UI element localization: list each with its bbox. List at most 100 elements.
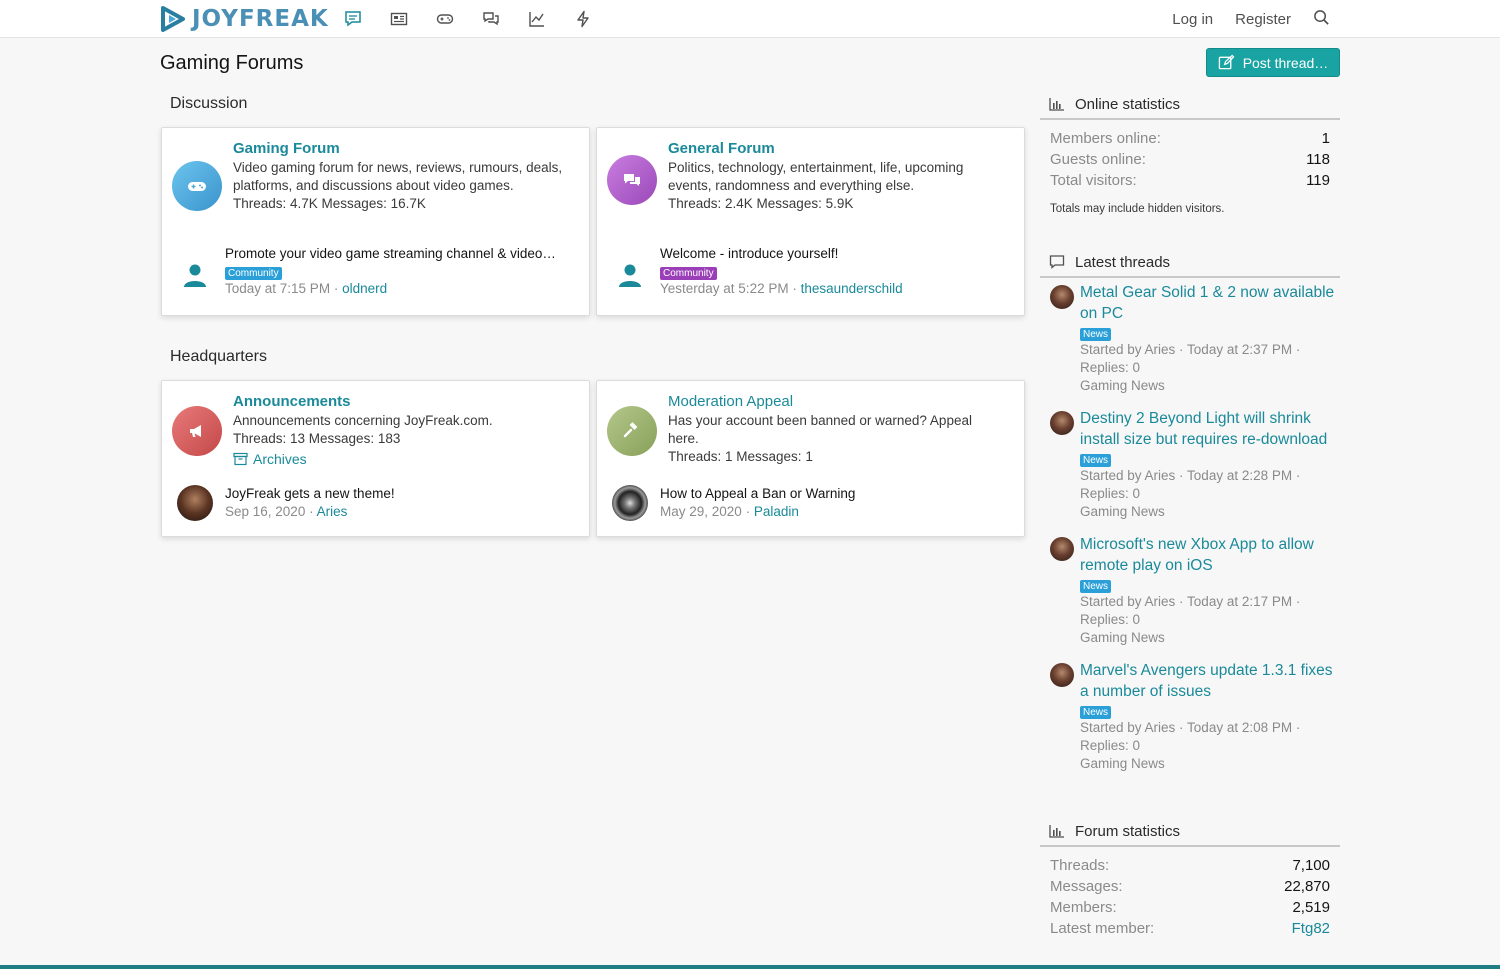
thread-item: Destiny 2 Beyond Light will shrink insta… [1040,408,1340,521]
forum-stats: Threads: 2.4K Messages: 5.9K [668,196,854,211]
thread-started: Started by Aries · Today at 2:28 PM · [1080,468,1301,483]
forum-stats: Threads: 1 Messages: 1 [668,449,813,464]
megaphone-icon [172,406,222,456]
avatar[interactable] [612,485,648,521]
register-link[interactable]: Register [1235,11,1291,28]
thread-forum-link[interactable]: Gaming News [1080,377,1340,395]
bolt-icon[interactable] [560,8,606,30]
forum-statistics-block: Forum statistics Threads: 7,100 Messages:… [1040,817,1340,939]
stat-row: Latest member: Ftg82 [1040,918,1340,939]
stat-value: 119 [1306,172,1330,189]
stat-label: Messages: [1050,878,1123,895]
forum-title-link[interactable]: Gaming Forum [233,140,340,157]
avatar[interactable] [1050,537,1074,561]
forum-title-link[interactable]: Moderation Appeal [668,393,793,410]
forum-description: Has your account been banned or warned? … [668,413,972,446]
search-icon[interactable] [1313,9,1330,30]
bar-chart-icon [1049,98,1064,111]
stat-row: Members online: 1 [1040,128,1340,149]
latest-member-link[interactable]: Ftg82 [1292,918,1330,939]
latest-post: How to Appeal a Ban or Warning May 29, 2… [612,485,1008,525]
stat-row: Guests online: 118 [1040,149,1340,170]
stat-value: 2,519 [1292,899,1330,916]
latest-post: Promote your video game streaming channe… [177,245,573,301]
stat-value: 1 [1321,130,1330,147]
section-title-discussion: Discussion [170,95,248,112]
trending-icon[interactable] [514,8,560,30]
account-nav: Log in Register [1172,0,1330,38]
stat-label: Guests online: [1050,151,1146,168]
avatar[interactable] [177,485,213,521]
thread-replies: Replies: 0 [1080,612,1141,627]
forum-description: Video gaming forum for news, reviews, ru… [233,160,563,193]
site-logo[interactable]: JOYFREAK [160,4,329,34]
avatar[interactable] [1050,663,1074,687]
thread-title-link[interactable]: Destiny 2 Beyond Light will shrink insta… [1080,408,1340,450]
forum-card-general: General Forum Politics, technology, ente… [596,127,1025,316]
latest-time: Today at 7:15 PM [225,281,331,296]
stat-row: Total visitors: 119 [1040,170,1340,191]
chat-icon[interactable] [468,8,514,30]
news-icon[interactable] [376,8,422,30]
login-link[interactable]: Log in [1172,11,1213,28]
latest-user-link[interactable]: oldnerd [342,281,387,296]
visitors-note: Totals may include hidden visitors. [1050,203,1225,215]
avatar[interactable] [1050,411,1074,435]
bar-chart-icon [1049,825,1064,838]
forum-info: Announcements Announcements concerning J… [233,392,569,468]
latest-user-link[interactable]: Aries [317,504,348,519]
forum-description: Politics, technology, entertainment, lif… [668,160,964,193]
forum-info: Moderation Appeal Has your account been … [668,392,1004,466]
stat-label: Latest member: [1050,920,1155,937]
forum-info: General Forum Politics, technology, ente… [668,139,1004,213]
latest-time: May 29, 2020 [660,504,742,519]
stat-label: Total visitors: [1050,172,1137,189]
gamepad-icon[interactable] [422,8,468,30]
latest-thread-link[interactable]: JoyFreak gets a new theme! [225,485,573,503]
online-statistics-title: Online statistics [1075,95,1181,113]
latest-user-link[interactable]: Paladin [754,504,799,519]
forum-statistics-title: Forum statistics [1075,822,1181,840]
forum-title-link[interactable]: Announcements [233,393,351,410]
thread-title-link[interactable]: Metal Gear Solid 1 & 2 now available on … [1080,282,1340,324]
forum-description: Announcements concerning JoyFreak.com. [233,413,493,428]
stat-value: 7,100 [1292,857,1330,874]
thread-title-link[interactable]: Marvel's Avengers update 1.3.1 fixes a n… [1080,660,1340,702]
logo-text: JOYFREAK [192,6,329,32]
thread-forum-link[interactable]: Gaming News [1080,629,1340,647]
forum-card-moderation: Moderation Appeal Has your account been … [596,380,1025,537]
forum-card-announcements: Announcements Announcements concerning J… [161,380,590,537]
latest-time: Yesterday at 5:22 PM [660,281,789,296]
online-statistics-block: Online statistics Members online: 1 Guest… [1040,90,1340,215]
thread-replies: Replies: 0 [1080,486,1141,501]
latest-thread-link[interactable]: Welcome - introduce yourself! [660,245,1008,263]
thread-item: Metal Gear Solid 1 & 2 now available on … [1040,282,1340,395]
gamepad-icon [172,161,222,211]
subforum-label: Archives [253,451,307,467]
avatar[interactable] [1050,285,1074,309]
user-icon[interactable] [177,257,213,293]
chat-bubbles-icon [607,155,657,205]
subforum-link-archives[interactable]: Archives [233,450,569,468]
news-badge: News [1080,706,1112,719]
thread-forum-link[interactable]: Gaming News [1080,503,1340,521]
thread-replies: Replies: 0 [1080,738,1141,753]
latest-thread-link[interactable]: Promote your video game streaming channe… [225,245,573,263]
post-thread-button[interactable]: Post thread… [1206,48,1340,77]
thread-title-link[interactable]: Microsoft's new Xbox App to allow remote… [1080,534,1340,576]
forum-title-link[interactable]: General Forum [668,140,775,157]
news-badge: News [1080,454,1112,467]
latest-post: Welcome - introduce yourself! Community … [612,245,1008,301]
thread-forum-link[interactable]: Gaming News [1080,755,1340,773]
stat-row: Members: 2,519 [1040,897,1340,918]
thread-item: Marvel's Avengers update 1.3.1 fixes a n… [1040,660,1340,773]
forum-info: Gaming Forum Video gaming forum for news… [233,139,569,213]
latest-user-link[interactable]: thesaunderschild [801,281,903,296]
latest-thread-link[interactable]: How to Appeal a Ban or Warning [660,485,1008,503]
forum-card-gaming: Gaming Forum Video gaming forum for news… [161,127,590,316]
forums-icon[interactable] [330,8,376,30]
user-icon[interactable] [612,257,648,293]
comment-icon [1049,255,1065,269]
footer-bar [0,965,1500,969]
archive-icon [233,452,248,466]
